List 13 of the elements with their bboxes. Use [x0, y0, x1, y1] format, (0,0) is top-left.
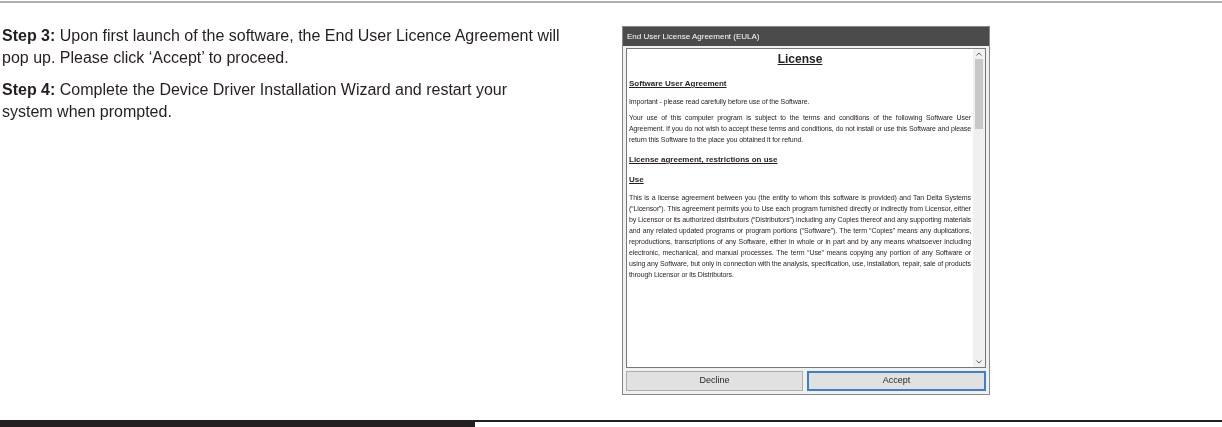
dialog-button[interactable]: Decline	[626, 371, 803, 391]
instruction-step: Step 4: Complete the Device Driver Installation Wizard and restart your system when prompted.	[0, 79, 560, 123]
section-heading: License agreement, restrictions on use	[629, 155, 779, 165]
scroll-thumb[interactable]	[975, 59, 983, 129]
window-title: End User License Agreement (EULA)	[623, 27, 989, 46]
instruction-step: Step 3: Upon first launch of the software, the End User Licence Agreement will pop up. Please click ‘Accept’ to proceed.	[0, 25, 560, 69]
scroll-up-icon[interactable]	[976, 52, 982, 56]
scrollbar[interactable]	[973, 49, 985, 367]
license-heading: License	[776, 51, 824, 67]
section-heading: Software User Agreement	[629, 79, 728, 89]
dialog-button[interactable]: Accept	[807, 371, 986, 391]
section-heading: Use	[629, 175, 645, 185]
scroll-down-icon[interactable]	[976, 360, 982, 364]
